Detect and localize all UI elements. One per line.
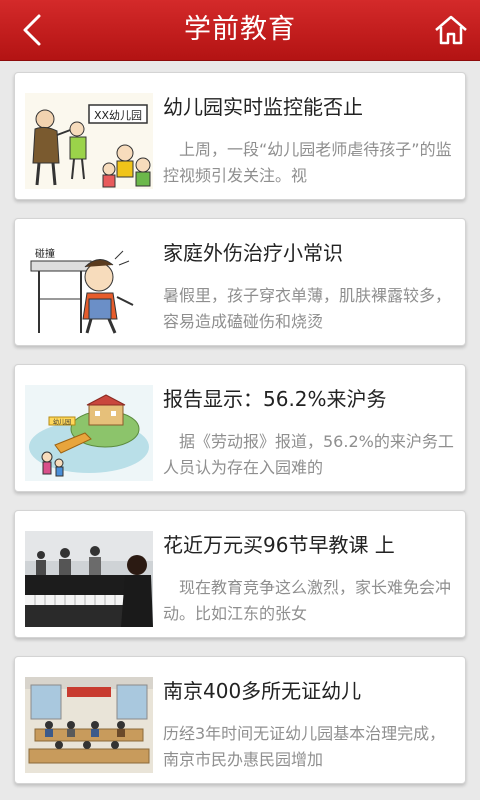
- article-summary: 上周，一段“幼儿园老师虐待孩子”的监控视频引发关注。视: [163, 140, 452, 185]
- article-title: 报告显示：56.2%来沪务: [163, 387, 387, 411]
- article-card[interactable]: 南京400多所无证幼儿 历经3年时间无证幼儿园基本治理完成，南京市民办惠民园增加: [14, 656, 466, 784]
- title-bar: 学前教育: [0, 0, 480, 61]
- article-thumbnail: [25, 677, 153, 773]
- page-title: 学前教育: [184, 14, 296, 45]
- article-thumbnail: 碰撞: [25, 239, 153, 335]
- article-summary: 据《劳动报》报道，56.2%的来沪务工人员认为存在入园难的: [163, 432, 454, 477]
- article-thumbnail: [25, 531, 153, 627]
- article-thumbnail: 幼儿园: [25, 385, 153, 481]
- article-thumbnail: XX幼儿园: [25, 93, 153, 189]
- article-title: 家庭外伤治疗小常识: [163, 241, 343, 265]
- article-card[interactable]: 花近万元买96节早教课 上 现在教育竞争这么激烈，家长难免会冲动。比如江东的张女: [14, 510, 466, 638]
- article-summary: 历经3年时间无证幼儿园基本治理完成，南京市民办惠民园增加: [163, 724, 446, 769]
- article-card[interactable]: 幼儿园 报告显示：56.2%来沪务 据《劳动报》报道，56.2%的来沪务工人员认…: [14, 364, 466, 492]
- home-icon[interactable]: [432, 12, 470, 48]
- article-title: 南京400多所无证幼儿: [163, 679, 362, 703]
- article-card[interactable]: 碰撞 家庭外伤治疗小常识 暑假里，孩子穿衣单薄，肌肤裸露较多，容易造成磕碰伤和烧…: [14, 218, 466, 346]
- thumb-sign-text: XX幼儿园: [94, 109, 142, 122]
- article-title: 花近万元买96节早教课 上: [163, 533, 395, 557]
- article-summary: 暑假里，孩子穿衣单薄，肌肤裸露较多，容易造成磕碰伤和烧烫: [163, 286, 452, 331]
- article-title: 幼儿园实时监控能否止: [163, 95, 363, 119]
- thumb-sign-text: 幼儿园: [53, 418, 71, 426]
- article-card[interactable]: XX幼儿园 幼儿园实时监控能否止 上周，一段“幼儿园老师虐待孩子”的监控视频引发…: [14, 72, 466, 200]
- article-summary: 现在教育竞争这么激烈，家长难免会冲动。比如江东的张女: [163, 578, 452, 623]
- thumb-sign-text: 碰撞: [35, 247, 55, 260]
